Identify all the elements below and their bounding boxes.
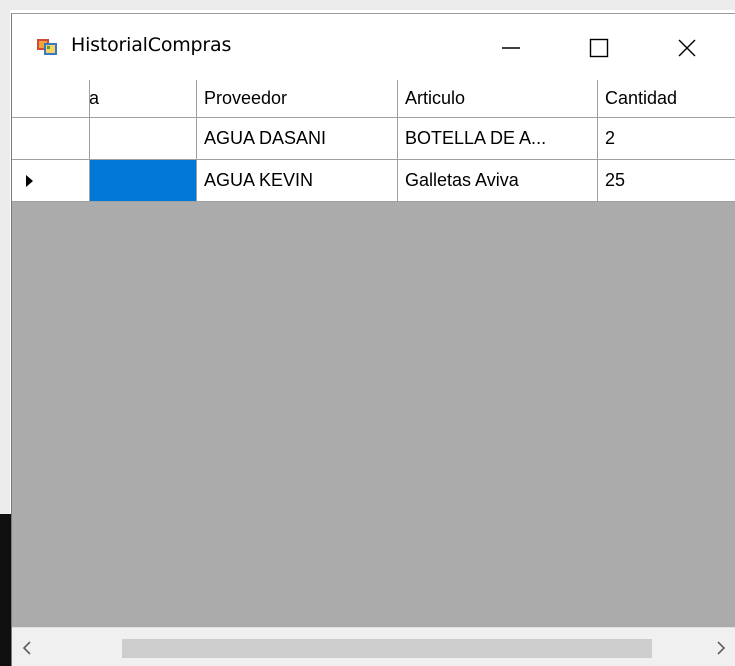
column-header-label: Articulo [405,88,466,108]
app-icon[interactable] [36,36,58,56]
table-cell-selected[interactable] [90,160,197,201]
column-header-label: Cantidad [605,88,678,108]
scroll-left-button[interactable] [12,628,42,666]
minimize-icon [502,47,520,49]
cell-value: Galletas Aviva [405,170,519,190]
row-header[interactable] [12,118,90,159]
cell-value: BOTELLA DE A... [405,128,547,148]
window-title: HistorialCompras [71,34,232,56]
cell-value: 25 [605,170,626,190]
table-cell-proveedor[interactable]: AGUA KEVIN [197,160,398,201]
column-header-label: a [90,88,100,108]
table-cell-articulo[interactable]: BOTELLA DE A... [398,118,598,159]
table-row[interactable]: AGUA KEVIN Galletas Aviva 25 [12,160,735,202]
data-grid[interactable]: a Proveedor Articulo Cantidad AGUA DASAN… [12,80,735,666]
desktop-background [0,0,735,10]
cell-value: AGUA KEVIN [204,170,314,190]
column-header-articulo[interactable]: Articulo [398,80,598,117]
column-header-a[interactable]: a [90,80,197,117]
column-header-label: Proveedor [204,88,288,108]
cell-value: AGUA DASANI [204,128,327,148]
scrollbar-thumb[interactable] [122,639,652,658]
table-cell[interactable] [90,118,197,159]
close-icon [678,39,696,57]
chevron-right-icon [717,641,726,655]
column-header-cantidad[interactable]: Cantidad [598,80,735,117]
minimize-button[interactable] [478,20,544,76]
column-header-proveedor[interactable]: Proveedor [197,80,398,117]
table-cell-cantidad[interactable]: 2 [598,118,735,159]
grid-header-row: a Proveedor Articulo Cantidad [12,80,735,118]
table-cell-cantidad[interactable]: 25 [598,160,735,201]
table-cell-proveedor[interactable]: AGUA DASANI [197,118,398,159]
table-row[interactable]: AGUA DASANI BOTELLA DE A... 2 [12,118,735,160]
horizontal-scrollbar[interactable] [12,627,735,666]
close-button[interactable] [654,20,720,76]
chevron-left-icon [22,641,31,655]
historial-compras-window: HistorialCompras a Proveedor Articulo Ca… [11,13,735,666]
cell-value: 2 [605,128,616,148]
current-row-arrow-icon [26,175,33,187]
maximize-icon [589,38,609,58]
scroll-right-button[interactable] [706,628,735,666]
title-bar[interactable]: HistorialCompras [12,14,735,80]
row-header-corner[interactable] [12,80,90,117]
maximize-button[interactable] [566,20,632,76]
table-cell-articulo[interactable]: Galletas Aviva [398,160,598,201]
row-header[interactable] [12,160,90,201]
